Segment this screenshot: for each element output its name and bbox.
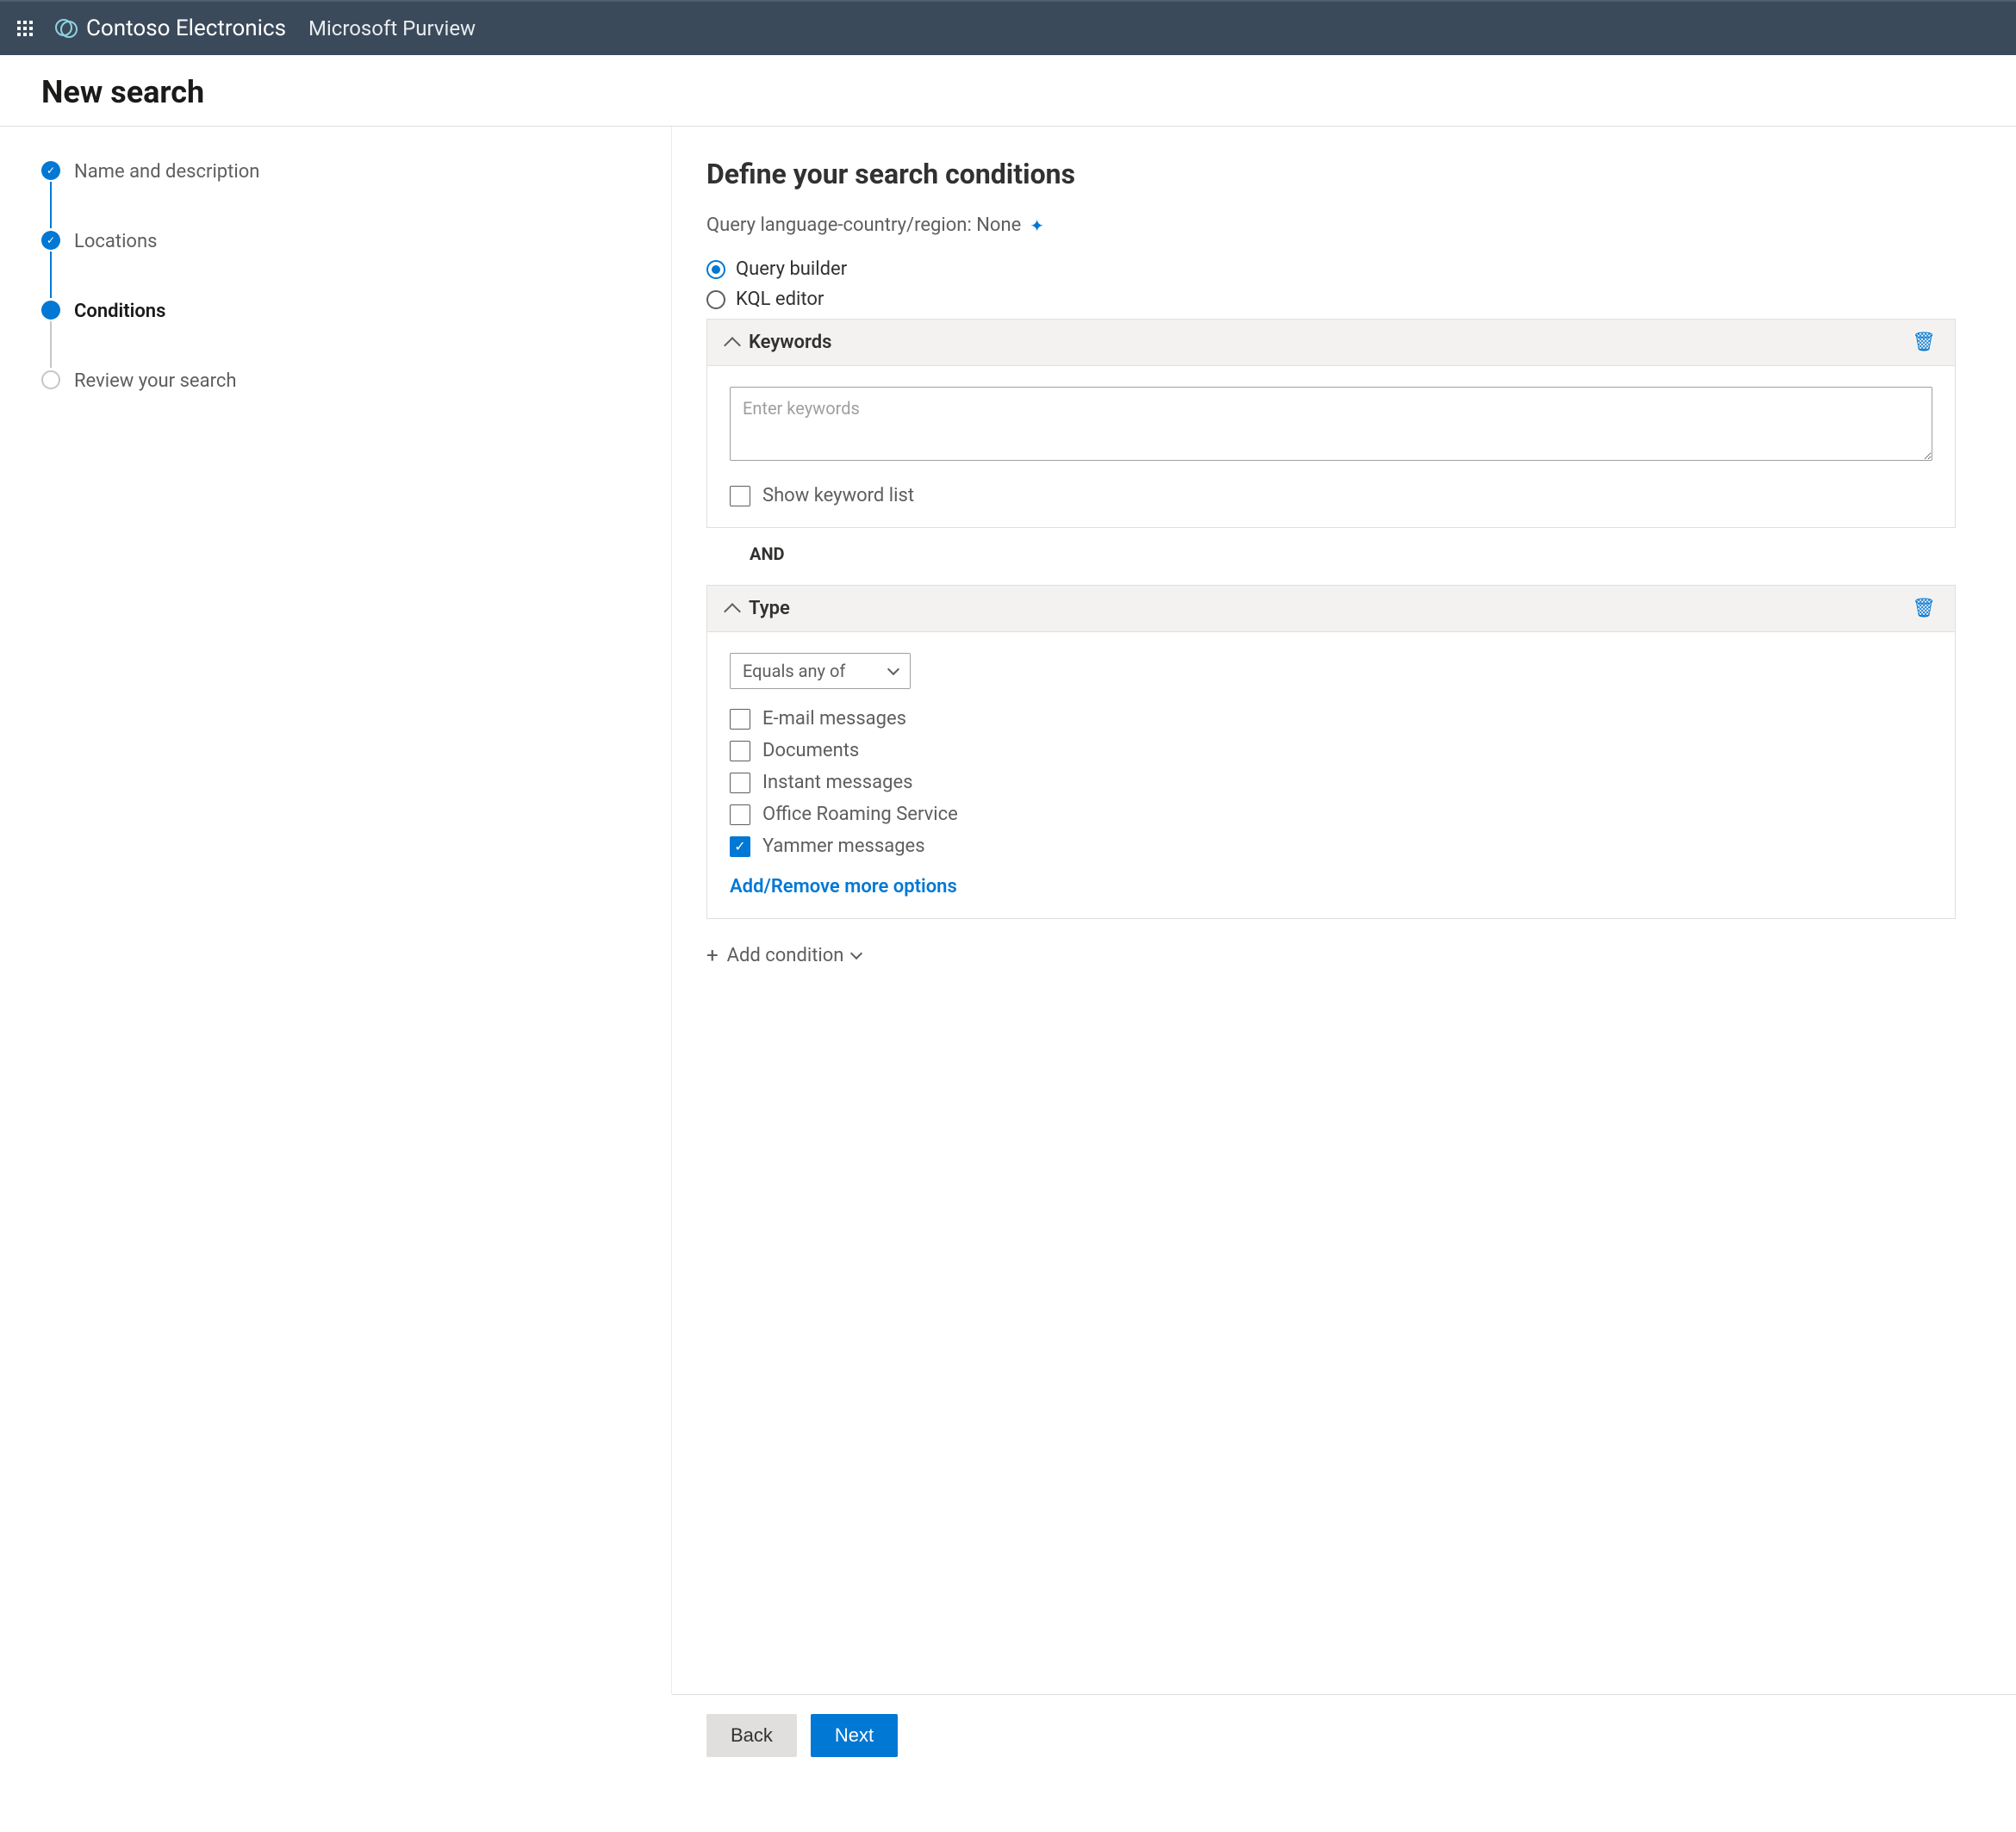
step-conditions[interactable]: Conditions [41,299,630,324]
org-name: Contoso Electronics [86,16,286,41]
option-label: Instant messages [762,772,912,793]
chevron-down-icon [850,947,862,959]
main-content: Define your search conditions Query lang… [672,127,2016,1694]
current-step-icon [41,301,60,320]
checkbox-icon [730,836,750,857]
chevron-up-icon [724,603,741,620]
type-card: Type 🗑 Equals any of E-mail messages [706,585,1956,919]
query-language-label: Query language-country/region: None [706,214,1021,236]
step-name-description[interactable]: Name and description [41,159,630,184]
check-icon [41,231,60,250]
type-options-list: E-mail messages Documents Instant messag… [730,708,1932,857]
checkbox-icon [730,709,750,730]
operator-select[interactable]: Equals any of [730,653,911,689]
card-title: Type [749,598,790,619]
radio-label: KQL editor [736,289,824,310]
type-option-documents[interactable]: Documents [730,740,1932,761]
org-logo-icon [55,17,78,40]
product-name[interactable]: Microsoft Purview [308,16,476,40]
radio-icon [706,290,725,309]
info-icon[interactable]: ✦ [1030,215,1044,236]
wizard-steps-sidebar: Name and description Locations Condition… [0,127,672,1694]
delete-icon[interactable]: 🗑 [1912,332,1936,353]
query-language-row: Query language-country/region: None ✦ [706,214,1956,236]
add-condition-button[interactable]: + Add condition [706,943,1956,967]
back-button[interactable]: Back [706,1714,797,1757]
add-remove-options-link[interactable]: Add/Remove more options [730,876,957,897]
type-option-email[interactable]: E-mail messages [730,708,1932,730]
step-label: Name and description [74,161,259,183]
option-label: E-mail messages [762,708,906,730]
show-keyword-list-checkbox[interactable]: Show keyword list [730,485,1932,506]
checkbox-icon [730,486,750,506]
radio-kql-editor[interactable]: KQL editor [706,289,1956,310]
check-icon [41,161,60,180]
top-bar: Contoso Electronics Microsoft Purview [0,0,2016,55]
checkbox-icon [730,773,750,793]
add-condition-label: Add condition [727,945,844,966]
step-locations[interactable]: Locations [41,229,630,254]
radio-icon [706,260,725,279]
keywords-card-header[interactable]: Keywords 🗑 [707,320,1955,366]
radio-query-builder[interactable]: Query builder [706,258,1956,280]
step-review[interactable]: Review your search [41,369,630,394]
delete-icon[interactable]: 🗑 [1912,598,1936,619]
next-button[interactable]: Next [811,1714,898,1757]
wizard-footer: Back Next [672,1694,2016,1776]
card-title: Keywords [749,332,831,353]
wizard-steps-list: Name and description Locations Condition… [41,159,630,394]
chevron-up-icon [724,337,741,354]
radio-label: Query builder [736,258,847,280]
type-option-instant-messages[interactable]: Instant messages [730,772,1932,793]
plus-icon: + [706,943,719,967]
option-label: Office Roaming Service [762,804,958,825]
select-value: Equals any of [743,661,845,681]
option-label: Documents [762,740,859,761]
future-step-icon [41,370,60,389]
page-title: New search [41,74,1975,110]
org-brand[interactable]: Contoso Electronics [55,16,286,41]
type-card-header[interactable]: Type 🗑 [707,586,1955,632]
chevron-down-icon [887,663,899,675]
checkbox-icon [730,741,750,761]
checkbox-icon [730,804,750,825]
option-label: Yammer messages [762,835,925,857]
keywords-card: Keywords 🗑 Show keyword list [706,319,1956,528]
type-option-office-roaming[interactable]: Office Roaming Service [730,804,1932,825]
keywords-input[interactable] [730,387,1932,461]
page-title-row: New search [0,55,2016,127]
checkbox-label: Show keyword list [762,485,914,506]
main-heading: Define your search conditions [706,158,1956,190]
app-launcher-icon[interactable] [17,21,33,36]
type-option-yammer[interactable]: Yammer messages [730,835,1932,857]
step-label: Review your search [74,370,236,392]
step-label: Locations [74,231,157,252]
and-operator-label: AND [706,528,1956,580]
step-label: Conditions [74,301,165,322]
